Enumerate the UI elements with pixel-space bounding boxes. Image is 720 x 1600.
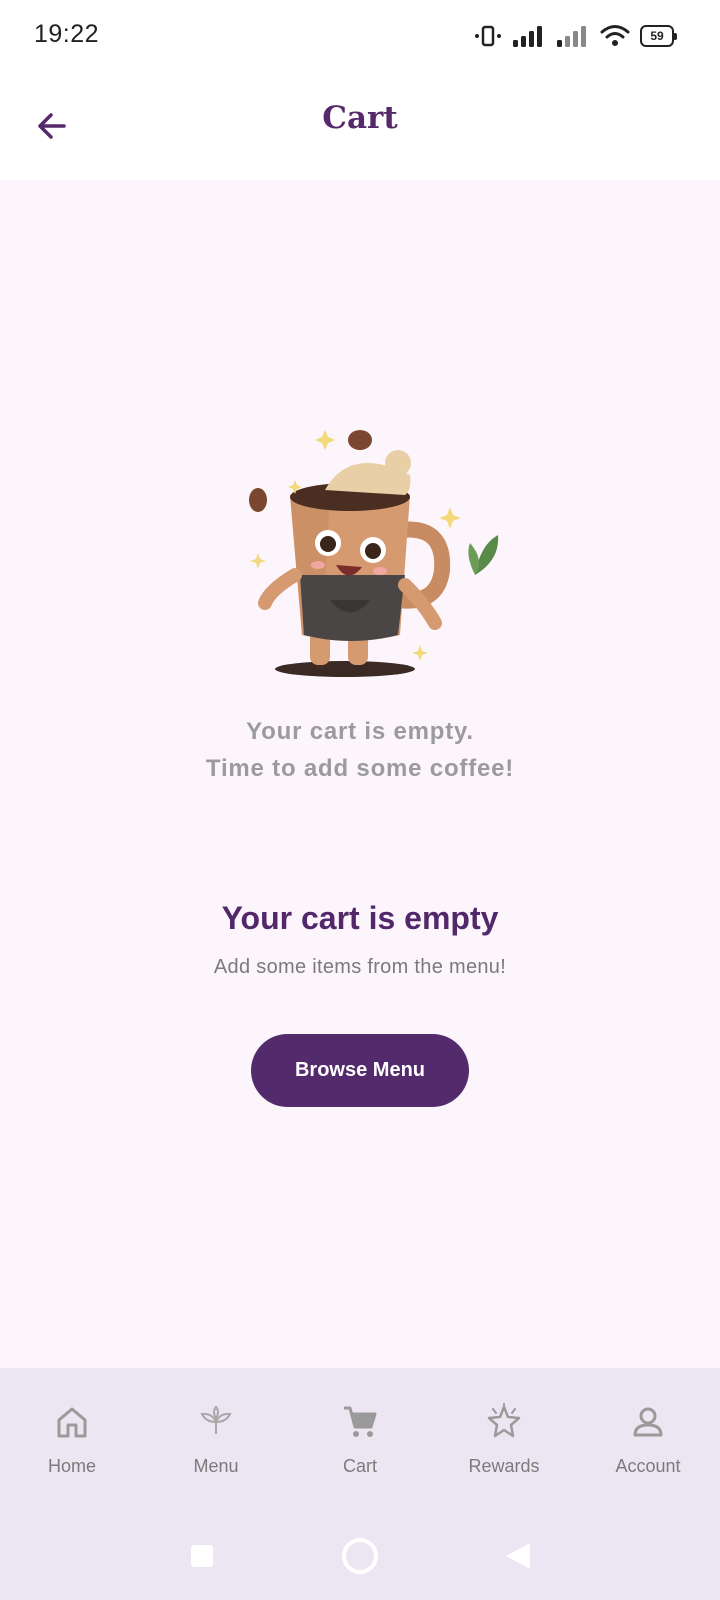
home-system-button[interactable] — [340, 1536, 380, 1576]
leaf-icon — [196, 1402, 236, 1442]
battery-icon: 59 — [640, 25, 677, 47]
system-navigation-bar — [0, 1508, 720, 1600]
bottom-navigation: Home Menu Cart Rewards Account — [0, 1368, 720, 1508]
status-bar: 19:22 59 — [0, 0, 720, 72]
nav-label-menu: Menu — [193, 1456, 239, 1476]
browse-menu-button[interactable]: Browse Menu — [251, 1034, 469, 1107]
signal-icon — [512, 24, 546, 48]
coffee-mascot-illustration — [249, 430, 499, 677]
recents-button[interactable] — [182, 1536, 222, 1576]
cart-icon — [340, 1402, 380, 1442]
star-icon — [484, 1402, 524, 1442]
nav-label-cart: Cart — [342, 1456, 377, 1476]
wifi-icon — [600, 24, 630, 48]
empty-cart-content: Your cart is empty. Time to add some cof… — [0, 180, 720, 1368]
home-circle-icon — [342, 1538, 378, 1574]
home-icon — [52, 1402, 92, 1442]
nav-item-home[interactable]: Home — [0, 1368, 144, 1508]
empty-state-title: Your cart is empty — [221, 900, 499, 936]
nav-item-menu[interactable]: Menu — [144, 1368, 288, 1508]
nav-label-account: Account — [615, 1456, 681, 1476]
page-title: Cart — [322, 100, 398, 136]
back-triangle-icon — [506, 1543, 530, 1569]
empty-state-subtitle: Add some items from the menu! — [213, 956, 507, 978]
signal-weak-icon — [556, 24, 590, 48]
nav-label-home: Home — [47, 1456, 96, 1476]
app-header: Cart — [0, 72, 720, 180]
vibrate-icon — [474, 24, 502, 48]
nav-item-cart[interactable]: Cart — [288, 1368, 432, 1508]
nav-item-account[interactable]: Account — [576, 1368, 720, 1508]
nav-label-rewards: Rewards — [468, 1456, 540, 1476]
status-time: 19:22 — [34, 20, 100, 48]
recents-icon — [191, 1545, 213, 1567]
back-system-button[interactable] — [498, 1536, 538, 1576]
status-icons: 59 — [474, 22, 677, 50]
illustration-caption-line1: Your cart is empty. — [246, 718, 474, 745]
person-icon — [628, 1402, 668, 1442]
nav-item-rewards[interactable]: Rewards — [432, 1368, 576, 1508]
illustration-caption-line2: Time to add some coffee! — [205, 755, 515, 782]
